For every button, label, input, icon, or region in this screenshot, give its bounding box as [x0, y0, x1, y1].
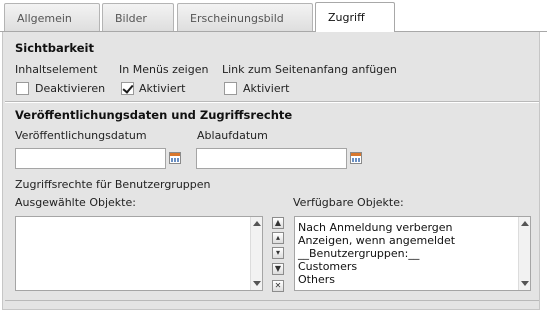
move-up-button[interactable]: ▴: [272, 232, 284, 244]
section-divider-highlight: [5, 102, 539, 103]
calendar-icon[interactable]: [350, 152, 362, 164]
available-items-label: Verfügbare Objekte:: [293, 196, 404, 209]
arrow-up-icon[interactable]: [521, 221, 529, 226]
move-bottom-button[interactable]: ▼: [272, 263, 284, 275]
top-link-label: Link zum Seitenanfang anfügen: [222, 63, 397, 76]
move-top-button[interactable]: ▲: [272, 217, 284, 229]
section-divider: [5, 300, 539, 301]
tab-label: Bilder: [115, 12, 147, 25]
tab-label: Erscheinungsbild: [190, 12, 284, 25]
in-menus-label: In Menüs zeigen: [119, 63, 209, 76]
top-link-checkbox-label: Aktiviert: [243, 82, 290, 95]
list-item[interactable]: Nach Anmeldung verbergen: [295, 221, 530, 234]
move-down-button[interactable]: ▾: [272, 247, 284, 259]
tab-erscheinungsbild[interactable]: Erscheinungsbild: [177, 3, 313, 31]
tab-content-panel: Sichtbarkeit Inhaltselement In Menüs zei…: [2, 32, 540, 310]
tab-divider: [0, 31, 547, 32]
arrow-down-icon[interactable]: [253, 281, 261, 286]
list-item[interactable]: Others: [295, 273, 530, 286]
scrollbar[interactable]: [250, 217, 262, 290]
section-title-visibility: Sichtbarkeit: [15, 41, 94, 55]
remove-button[interactable]: ✕: [272, 280, 284, 292]
remove-icon: ✕: [274, 281, 282, 290]
list-item[interactable]: Customers: [295, 260, 530, 273]
arrow-down-icon[interactable]: [521, 281, 529, 286]
group-access-label: Zugriffsrechte für Benutzergruppen: [15, 178, 211, 191]
section-title-publishing: Veröffentlichungsdaten und Zugriffsrecht…: [15, 108, 293, 122]
list-item[interactable]: Anzeigen, wenn angemeldet: [295, 234, 530, 247]
tab-zugriff[interactable]: Zugriff: [315, 2, 395, 32]
tab-bilder[interactable]: Bilder: [102, 3, 174, 31]
scrollbar[interactable]: [518, 217, 530, 290]
selected-items-label: Ausgewählte Objekte:: [15, 196, 136, 209]
tab-label: Zugriff: [328, 11, 365, 24]
list-item[interactable]: __Benutzergruppen:__: [295, 247, 530, 260]
publish-date-input[interactable]: [15, 148, 166, 169]
available-items-list[interactable]: Nach Anmeldung verbergen Anzeigen, wenn …: [294, 216, 531, 291]
deactivate-checkbox[interactable]: [16, 82, 29, 95]
calendar-icon[interactable]: [169, 152, 181, 164]
in-menus-checkbox-label: Aktiviert: [139, 82, 186, 95]
selected-items-list[interactable]: [15, 216, 263, 291]
content-element-label: Inhaltselement: [15, 63, 98, 76]
arrow-up-icon[interactable]: [253, 221, 261, 226]
top-link-checkbox[interactable]: [224, 82, 237, 95]
publish-date-label: Veröffentlichungsdatum: [15, 129, 147, 142]
expiry-date-label: Ablaufdatum: [197, 129, 268, 142]
tab-label: Allgemein: [17, 12, 72, 25]
deactivate-checkbox-label: Deaktivieren: [35, 82, 106, 95]
tab-bar: Allgemein Bilder Erscheinungsbild Zugrif…: [0, 0, 547, 32]
in-menus-checkbox[interactable]: [121, 82, 134, 95]
expiry-date-input[interactable]: [196, 148, 347, 169]
tab-allgemein[interactable]: Allgemein: [4, 3, 100, 31]
